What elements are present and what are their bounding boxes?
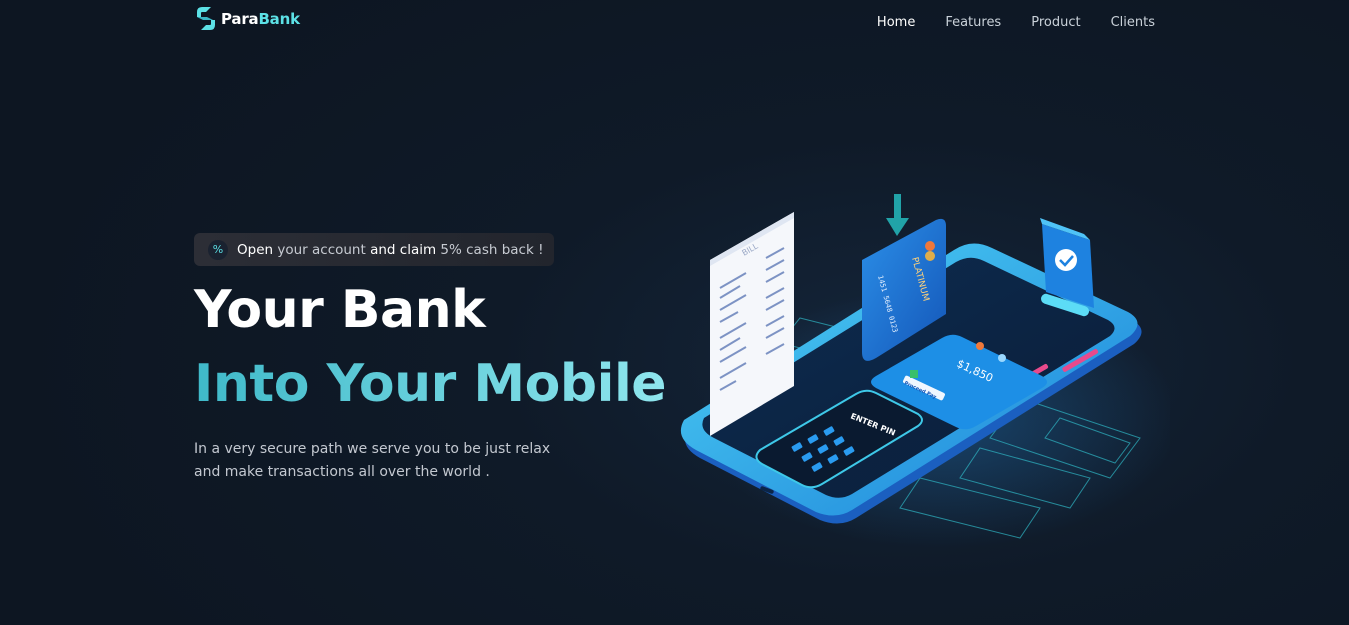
brand-name-part2: Bank: [258, 9, 300, 28]
promo-text-open: Open: [237, 241, 274, 258]
mobile-banking-illustration: ENTER PIN $1,850 Proceed Pay BILL PLATIN…: [680, 194, 1170, 548]
brand-logo[interactable]: ParaBank: [194, 6, 300, 31]
nav-link-product[interactable]: Product: [1031, 15, 1080, 30]
promo-text-claim: and claim: [370, 241, 437, 258]
verified-check-icon: [1040, 218, 1094, 317]
promo-badge: % Open your account and claim 5% cash ba…: [194, 233, 554, 266]
nav-link-clients[interactable]: Clients: [1111, 15, 1155, 30]
nav-link-features[interactable]: Features: [945, 15, 1001, 30]
promo-text-account: your account: [273, 241, 371, 258]
promo-text: Open your account and claim 5% cash back…: [237, 242, 544, 258]
percent-icon: %: [208, 239, 228, 260]
brand-name-part1: Para: [221, 9, 259, 28]
nav-menu: Home Features Product Clients: [877, 11, 1155, 30]
hero-title-line1: Your Bank: [194, 280, 486, 340]
parabank-logo-icon: [197, 7, 215, 30]
hero-description: In a very secure path we serve you to be…: [194, 441, 551, 480]
arrow-down-icon: [886, 194, 909, 236]
hero-title-line2: Into Your Mobile: [194, 354, 667, 414]
promo-text-cashback: 5% cash back !: [436, 241, 544, 258]
nav-link-home[interactable]: Home: [877, 15, 915, 30]
navbar: ParaBank Home Features Product Clients: [0, 0, 1349, 38]
